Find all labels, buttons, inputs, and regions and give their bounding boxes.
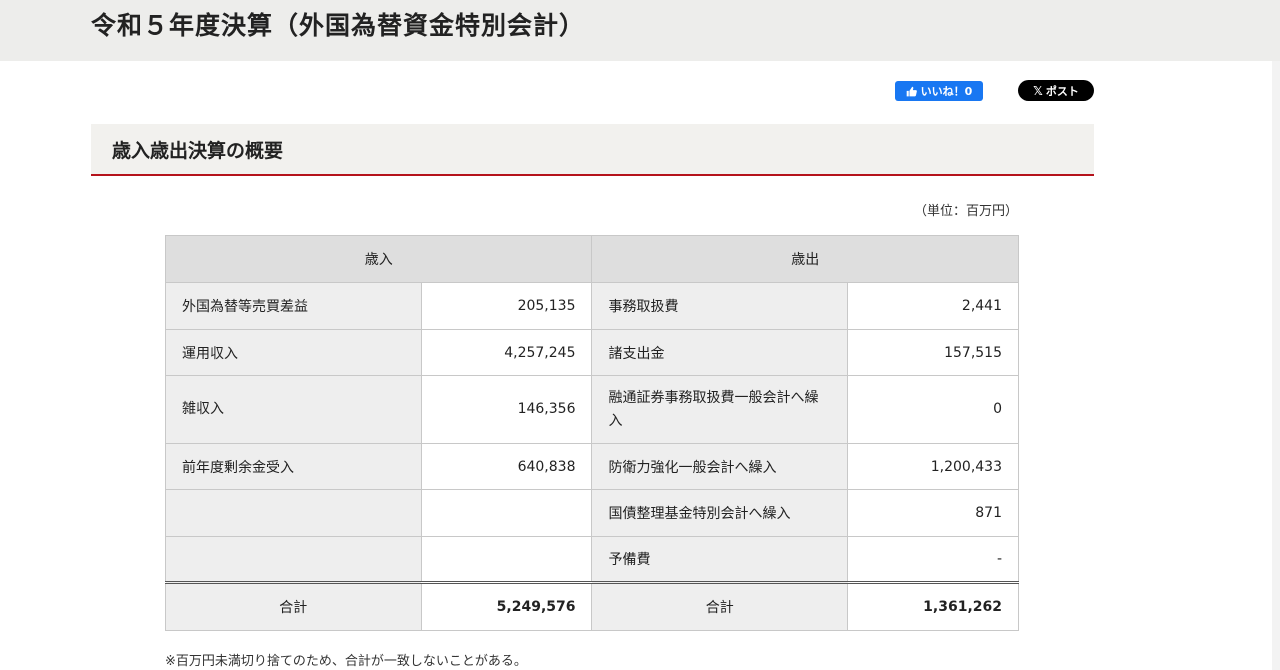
expenditure-value: -	[847, 536, 1019, 583]
expenditure-label: 国債整理基金特別会計へ繰入	[591, 489, 849, 537]
revenue-label: 外国為替等売買差益	[165, 282, 422, 330]
expenditure-value: 0	[847, 375, 1019, 444]
table-row: 予備費 -	[165, 536, 1019, 583]
expenditure-total-label: 合計	[591, 581, 849, 631]
table-header-row: 歳入 歳出	[164, 235, 1019, 283]
scrollbar[interactable]	[1272, 61, 1280, 670]
table-row: 運用収入 4,257,245 諸支出金 157,515	[165, 329, 1019, 376]
revenue-total-value: 5,249,576	[420, 581, 593, 631]
section-title: 歳入歳出決算の概要	[112, 140, 284, 162]
x-post-button[interactable]: 𝕏 ポスト	[1018, 80, 1094, 101]
revenue-label: 雑収入	[165, 375, 422, 444]
facebook-like-button[interactable]: いいね！0	[895, 81, 983, 101]
expenditure-label: 防衛力強化一般会計へ繰入	[591, 443, 849, 490]
revenue-total-label: 合計	[165, 581, 422, 631]
table-row: 国債整理基金特別会計へ繰入 871	[165, 489, 1019, 537]
expenditure-value: 1,200,433	[847, 443, 1019, 490]
expenditure-value: 871	[847, 489, 1019, 537]
expenditure-value: 2,441	[847, 282, 1019, 330]
revenue-header: 歳入	[164, 235, 593, 283]
expenditure-header: 歳出	[591, 235, 1019, 283]
x-logo-icon: 𝕏	[1033, 83, 1043, 98]
total-row: 合計 5,249,576 合計 1,361,262	[165, 581, 1019, 631]
revenue-value: 205,135	[420, 282, 593, 330]
title-bar: 令和５年度決算（外国為替資金特別会計）	[0, 0, 1280, 61]
expenditure-label: 融通証券事務取扱費一般会計へ繰入	[591, 375, 849, 444]
unit-note: （単位：百万円）	[914, 204, 1019, 219]
revenue-value: 146,356	[420, 375, 593, 444]
expenditure-value: 157,515	[847, 329, 1019, 376]
revenue-label: 運用収入	[165, 329, 422, 376]
revenue-value	[420, 536, 593, 583]
revenue-value	[420, 489, 593, 537]
footnote: ※百万円未満切り捨てのため、合計が一致しないことがある。	[165, 654, 527, 669]
page-title: 令和５年度決算（外国為替資金特別会計）	[91, 11, 586, 40]
expenditure-label: 諸支出金	[591, 329, 849, 376]
revenue-value: 640,838	[420, 443, 593, 490]
revenue-label: 前年度剰余金受入	[165, 443, 422, 490]
settlement-table: 歳入 歳出 外国為替等売買差益 205,135 事務取扱費 2,441 運用収入…	[164, 235, 1019, 631]
like-label: いいね！0	[920, 85, 973, 98]
revenue-label	[165, 536, 422, 583]
expenditure-total-value: 1,361,262	[847, 581, 1019, 631]
table-row: 外国為替等売買差益 205,135 事務取扱費 2,441	[165, 282, 1019, 330]
revenue-label	[165, 489, 422, 537]
table-row: 雑収入 146,356 融通証券事務取扱費一般会計へ繰入 0	[165, 375, 1019, 444]
expenditure-label: 事務取扱費	[591, 282, 849, 330]
thumbs-up-icon	[906, 86, 917, 96]
post-label: ポスト	[1045, 84, 1079, 98]
revenue-value: 4,257,245	[420, 329, 593, 376]
expenditure-label: 予備費	[591, 536, 849, 583]
section-header: 歳入歳出決算の概要	[91, 124, 1094, 176]
table-row: 前年度剰余金受入 640,838 防衛力強化一般会計へ繰入 1,200,433	[165, 443, 1019, 490]
